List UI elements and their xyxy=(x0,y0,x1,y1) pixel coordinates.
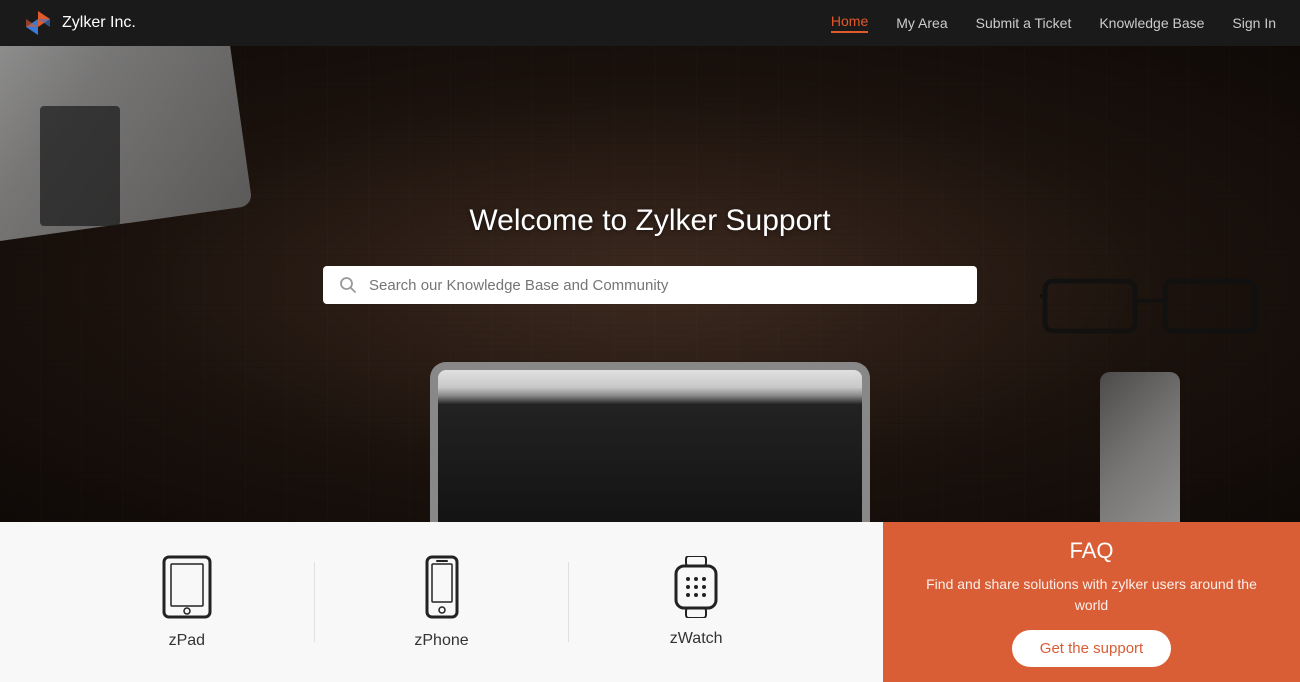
get-support-button[interactable]: Get the support xyxy=(1012,630,1171,667)
hero-title: Welcome to Zylker Support xyxy=(469,204,830,238)
nav-my-area[interactable]: My Area xyxy=(896,15,947,31)
zwatch-icon xyxy=(670,556,722,618)
products-section: zPad zPhone xyxy=(0,522,883,682)
hero-content: Welcome to Zylker Support xyxy=(323,204,977,304)
nav-submit-ticket[interactable]: Submit a Ticket xyxy=(976,15,1072,31)
nav-sign-in[interactable]: Sign In xyxy=(1232,15,1276,31)
navbar: Zylker Inc. Home My Area Submit a Ticket… xyxy=(0,0,1300,46)
product-zpad[interactable]: zPad xyxy=(60,554,314,650)
faq-section: FAQ Find and share solutions with zylker… xyxy=(883,522,1300,682)
glasses-decor xyxy=(1040,266,1260,346)
search-bar xyxy=(323,266,977,304)
product-zphone[interactable]: zPhone xyxy=(315,554,569,650)
faq-description: Find and share solutions with zylker use… xyxy=(913,574,1270,616)
brand-name: Zylker Inc. xyxy=(62,14,136,32)
product-zwatch[interactable]: zWatch xyxy=(569,556,823,648)
zpad-label: zPad xyxy=(169,632,205,650)
zwatch-label: zWatch xyxy=(670,630,723,648)
phone-bottom-right xyxy=(1100,372,1180,522)
zphone-label: zPhone xyxy=(414,632,468,650)
navbar-links: Home My Area Submit a Ticket Knowledge B… xyxy=(831,13,1276,33)
zpad-icon xyxy=(161,554,213,620)
faq-title: FAQ xyxy=(1069,538,1113,564)
hero-section: Welcome to Zylker Support xyxy=(0,46,1300,522)
notebook-decor xyxy=(40,106,120,226)
search-input[interactable] xyxy=(369,277,961,294)
logo-icon xyxy=(24,9,52,37)
zphone-icon xyxy=(424,554,460,620)
nav-knowledge-base[interactable]: Knowledge Base xyxy=(1099,15,1204,31)
brand: Zylker Inc. xyxy=(24,9,136,37)
search-icon xyxy=(339,276,357,294)
tablet-center xyxy=(430,362,870,522)
bottom-section: zPad zPhone xyxy=(0,522,1300,682)
nav-home[interactable]: Home xyxy=(831,13,868,33)
